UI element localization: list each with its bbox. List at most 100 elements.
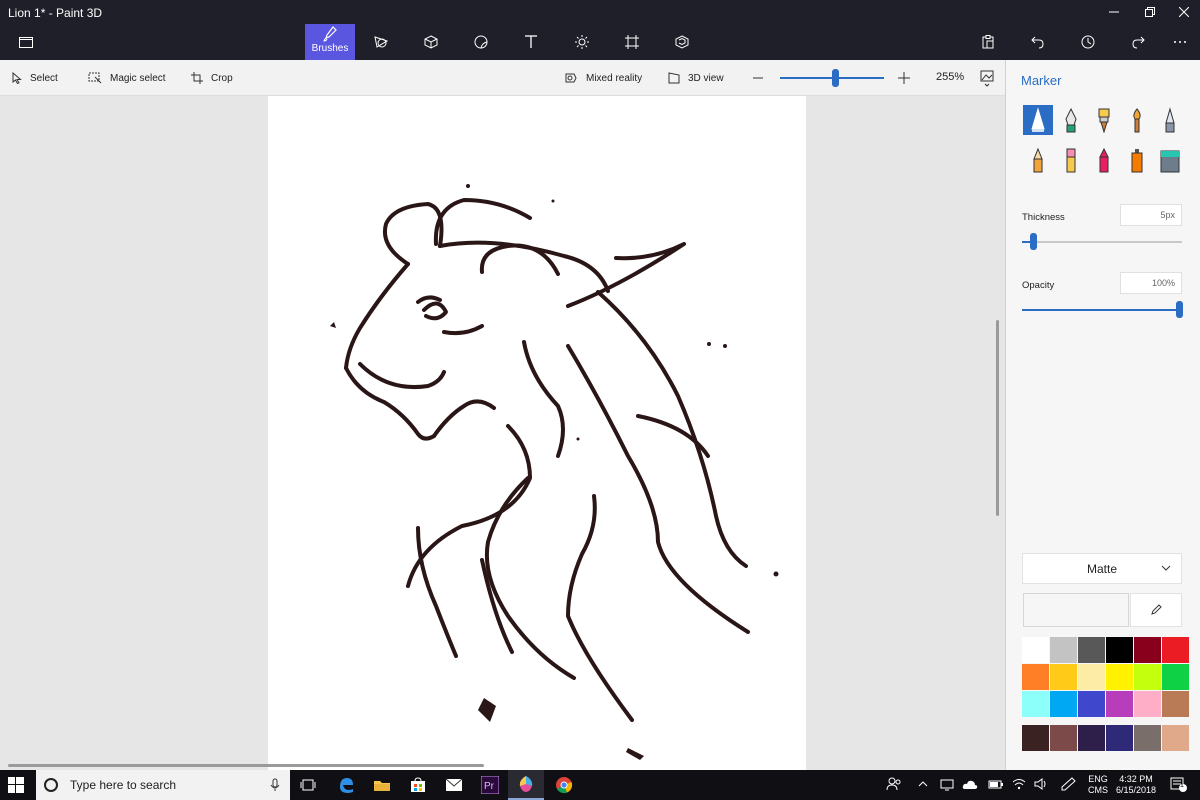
zoom-options-button[interactable] <box>980 60 994 96</box>
oil-brush[interactable] <box>1089 105 1119 135</box>
paste-button[interactable] <box>968 28 1008 56</box>
custom-color-swatch-3[interactable] <box>1078 725 1105 751</box>
opacity-slider-thumb[interactable] <box>1176 301 1183 318</box>
chrome-app[interactable] <box>546 770 582 800</box>
thickness-slider[interactable] <box>1022 233 1182 250</box>
redo-button[interactable] <box>1118 28 1158 56</box>
palette-swatch-1[interactable] <box>1022 637 1049 663</box>
window-title: Lion 1* - Paint 3D <box>8 6 103 20</box>
mixed-reality-button[interactable]: Mixed reality <box>564 60 642 96</box>
pixel-pen-brush[interactable] <box>1155 105 1185 135</box>
battery-button[interactable] <box>988 777 1004 794</box>
palette-swatch-16[interactable] <box>1106 691 1133 717</box>
vertical-scrollbar[interactable] <box>996 320 999 516</box>
palette-swatch-12[interactable] <box>1162 664 1189 690</box>
3d-shapes-tab[interactable] <box>411 28 451 56</box>
palette-swatch-9[interactable] <box>1078 664 1105 690</box>
finish-dropdown[interactable]: Matte <box>1022 553 1182 584</box>
pencil-brush[interactable] <box>1023 145 1053 175</box>
task-view-button[interactable] <box>290 770 326 800</box>
palette-swatch-6[interactable] <box>1162 637 1189 663</box>
eyedropper-button[interactable] <box>1130 593 1182 627</box>
wifi-button[interactable] <box>1012 777 1026 794</box>
menu-button[interactable] <box>6 28 46 56</box>
fill-brush[interactable] <box>1155 145 1185 175</box>
action-center-button[interactable]: 1 <box>1170 777 1188 796</box>
spray-can-brush[interactable] <box>1122 145 1152 175</box>
palette-swatch-4[interactable] <box>1106 637 1133 663</box>
palette-swatch-18[interactable] <box>1162 691 1189 717</box>
select-tool[interactable]: Select <box>12 60 58 96</box>
palette-swatch-15[interactable] <box>1078 691 1105 717</box>
edge-app[interactable] <box>328 770 364 800</box>
zoom-slider-thumb[interactable] <box>832 69 839 87</box>
chevron-up-icon <box>918 781 928 787</box>
magic-select-tool[interactable]: Magic select <box>88 60 166 96</box>
people-button[interactable] <box>886 777 902 794</box>
mail-app[interactable] <box>436 770 472 800</box>
palette-swatch-2[interactable] <box>1050 637 1077 663</box>
3d-library-tab[interactable] <box>662 28 702 56</box>
zoom-in-button[interactable] <box>898 60 910 96</box>
custom-color-swatch-1[interactable] <box>1022 725 1049 751</box>
custom-color-swatch-5[interactable] <box>1134 725 1161 751</box>
custom-color-swatch-2[interactable] <box>1050 725 1077 751</box>
text-tab[interactable] <box>511 28 551 56</box>
2d-shapes-tab[interactable] <box>361 28 401 56</box>
palette-swatch-3[interactable] <box>1078 637 1105 663</box>
oil-brush-icon <box>1098 108 1110 133</box>
premiere-app[interactable]: Pr <box>472 770 508 800</box>
start-button[interactable] <box>8 777 24 796</box>
clock[interactable]: 4:32 PM 6/15/2018 <box>1112 774 1160 796</box>
canvas-tab[interactable] <box>612 28 652 56</box>
taskbar-search[interactable]: Type here to search <box>36 770 290 800</box>
input-language-button[interactable]: ENG CMS <box>1086 774 1110 796</box>
finish-value: Matte <box>1086 561 1117 576</box>
drawing-canvas[interactable] <box>268 96 806 770</box>
eraser-brush[interactable] <box>1056 145 1086 175</box>
custom-color-swatch-4[interactable] <box>1106 725 1133 751</box>
more-button[interactable] <box>1160 28 1200 56</box>
opacity-slider[interactable] <box>1022 301 1183 318</box>
redo-icon <box>1132 36 1145 49</box>
onedrive-icon-button[interactable] <box>962 777 978 794</box>
close-button[interactable] <box>1164 0 1200 24</box>
watercolor-brush[interactable] <box>1122 105 1152 135</box>
thickness-slider-thumb[interactable] <box>1030 233 1037 250</box>
crop-tool[interactable]: Crop <box>191 60 233 96</box>
zoom-out-button[interactable] <box>753 60 763 96</box>
opacity-input[interactable]: 100% <box>1120 272 1182 294</box>
palette-swatch-14[interactable] <box>1050 691 1077 717</box>
canvas-area[interactable] <box>0 96 1005 770</box>
pen-workspace-button[interactable] <box>1060 777 1076 794</box>
3d-view-button[interactable]: 3D view <box>668 60 724 96</box>
effects-tab[interactable] <box>562 28 602 56</box>
palette-swatch-7[interactable] <box>1022 664 1049 690</box>
undo-button[interactable] <box>1018 28 1058 56</box>
store-app[interactable] <box>400 770 436 800</box>
history-button[interactable] <box>1068 28 1108 56</box>
stickers-tab[interactable] <box>461 28 501 56</box>
watercolor-icon <box>1133 108 1141 133</box>
horizontal-scrollbar[interactable] <box>8 764 484 767</box>
custom-color-swatch-6[interactable] <box>1162 725 1189 751</box>
calligraphy-pen-brush[interactable] <box>1056 105 1086 135</box>
palette-swatch-8[interactable] <box>1050 664 1077 690</box>
brushes-tab[interactable]: Brushes <box>305 24 355 60</box>
volume-button[interactable] <box>1034 777 1048 794</box>
3d-view-icon <box>668 72 680 84</box>
palette-swatch-13[interactable] <box>1022 691 1049 717</box>
marker-brush[interactable] <box>1023 105 1053 135</box>
thickness-input[interactable]: 5px <box>1120 204 1182 226</box>
file-explorer-app[interactable] <box>364 770 400 800</box>
minimize-button[interactable] <box>1094 0 1134 24</box>
palette-swatch-5[interactable] <box>1134 637 1161 663</box>
paint-3d-app[interactable] <box>508 770 544 800</box>
crayon-brush[interactable] <box>1089 145 1119 175</box>
palette-swatch-11[interactable] <box>1134 664 1161 690</box>
folder-icon <box>374 781 390 791</box>
tray-device-icon[interactable] <box>940 777 954 794</box>
palette-swatch-10[interactable] <box>1106 664 1133 690</box>
palette-swatch-17[interactable] <box>1134 691 1161 717</box>
show-hidden-icons[interactable] <box>918 777 928 794</box>
